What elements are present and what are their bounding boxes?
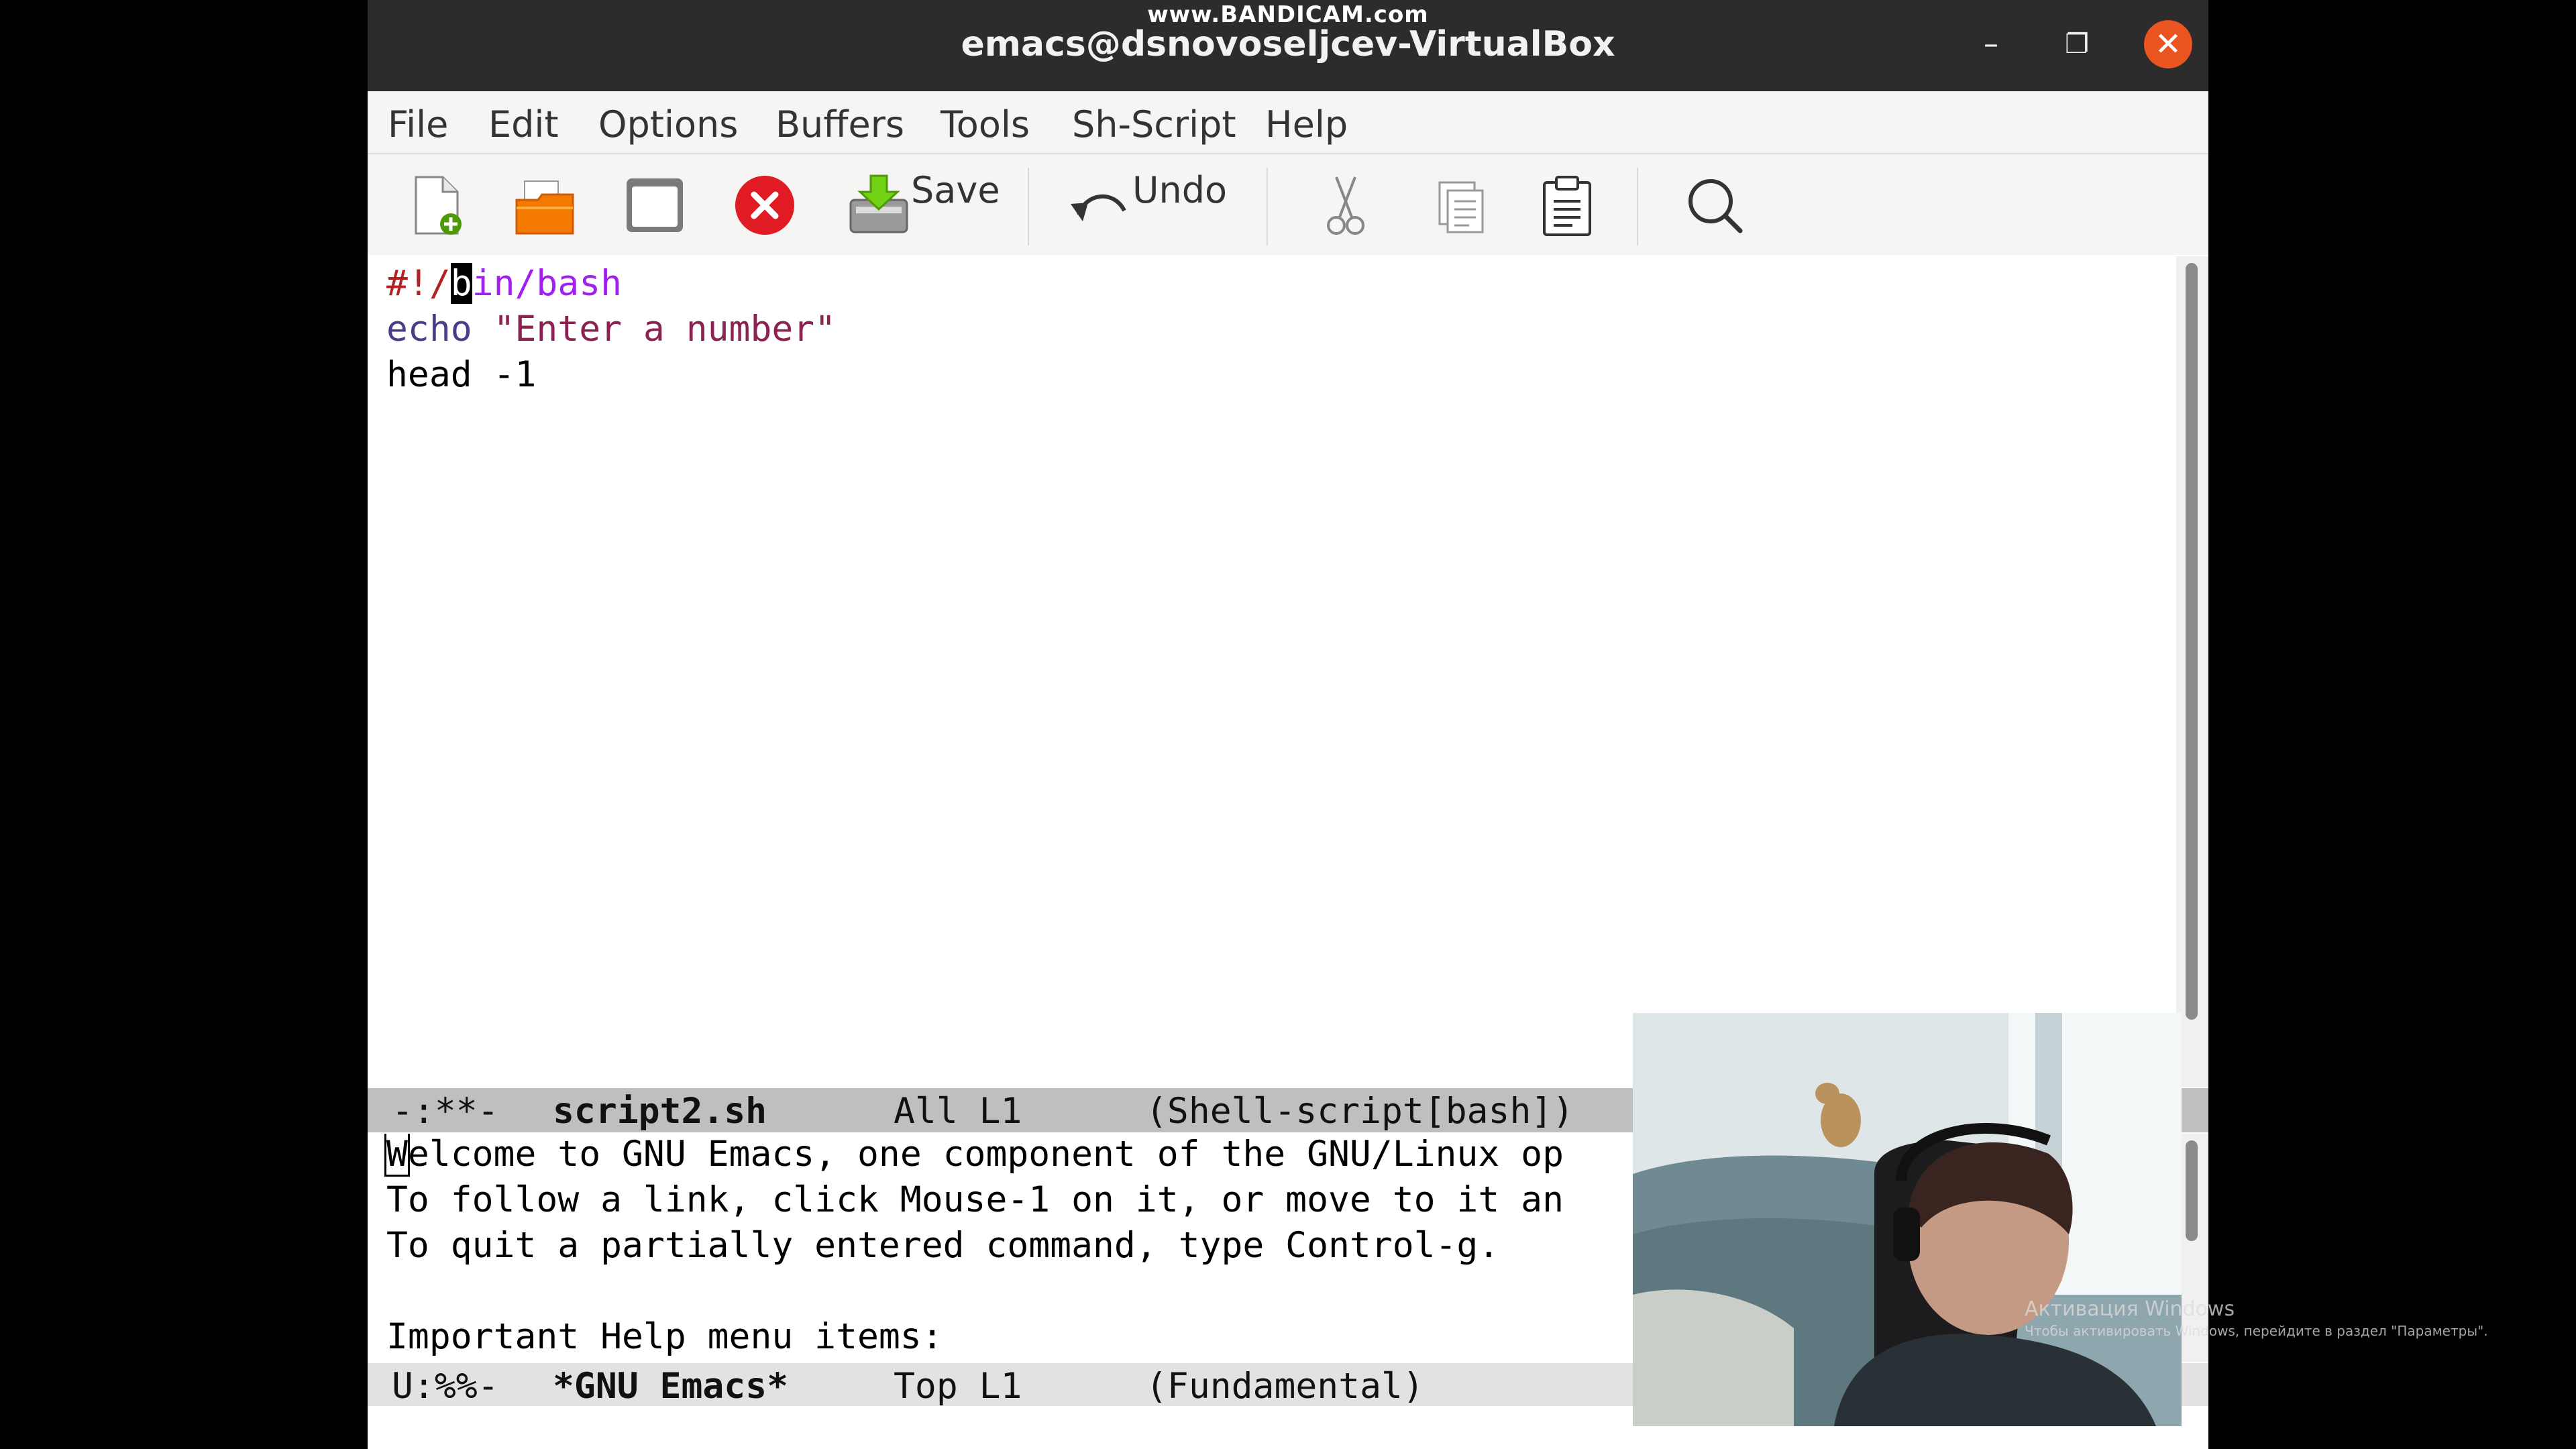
echo-string: "Enter a number" [493,309,837,350]
menu-bar: File Edit Options Buffers Tools Sh-Scrip… [368,91,2208,154]
help-buffer-name: *GNU Emacs* [553,1366,788,1407]
close-window-button[interactable]: ✕ [2144,20,2192,68]
help-major-mode: (Fundamental) [1146,1366,1424,1407]
maximize-button[interactable]: ❐ [2053,20,2101,68]
toolbar-separator [1267,168,1268,246]
code-line-head: head -1 [386,354,537,395]
open-folder-icon[interactable] [511,173,578,237]
text-cursor: b [450,263,472,304]
toolbar-separator [1637,168,1638,246]
activation-text: Чтобы активировать Windows, перейдите в … [2025,1323,2488,1339]
menu-file[interactable]: File [388,103,448,146]
help-buffer-state: U:%%- [392,1366,499,1407]
help-scrollbar-thumb[interactable] [2186,1140,2198,1241]
help-line-2: To follow a link, click Mouse-1 on it, o… [386,1179,1564,1220]
help-line-3: To quit a partially entered command, typ… [386,1225,1500,1266]
menu-buffers[interactable]: Buffers [775,103,904,146]
shebang-prefix: #!/ [386,263,451,304]
menu-tools[interactable]: Tools [941,103,1030,146]
buffer-name: script2.sh [553,1091,767,1132]
title-bar[interactable]: www.BANDICAM.com emacs@dsnovoseljcev-Vir… [368,0,2208,91]
dired-icon[interactable] [623,173,687,237]
paste-icon[interactable] [1535,173,1599,237]
menu-options[interactable]: Options [598,103,738,146]
script-editor[interactable]: #!/bin/bash echo "Enter a number" head -… [368,256,2155,1087]
save-icon[interactable] [847,173,911,237]
cut-icon[interactable] [1313,173,1378,237]
undo-icon[interactable] [1065,173,1130,237]
activation-title: Активация Windows [2025,1297,2235,1321]
help-cursor: W [384,1134,410,1177]
save-button[interactable]: Save [911,169,1000,211]
shebang-path: in/bash [472,263,623,304]
code-line-shebang: #!/bin/bash [386,263,622,304]
toolbar-separator [1028,168,1029,246]
buffer-position: All L1 [894,1091,1022,1132]
menu-help[interactable]: Help [1265,103,1348,146]
webcam-overlay [1633,1013,2182,1426]
toolbar: Save Undo [368,154,2208,255]
echo-keyword: echo [386,309,472,350]
help-buffer-position: Top L1 [894,1366,1022,1407]
help-line-1: Welcome to GNU Emacs, one component of t… [384,1134,1564,1177]
major-mode: (Shell-script[bash]) [1146,1091,1574,1132]
search-icon[interactable] [1682,173,1747,237]
undo-button[interactable]: Undo [1132,169,1227,211]
buffer-state: -:**- [392,1091,499,1132]
close-buffer-icon[interactable] [733,173,797,237]
minimize-button[interactable]: – [1967,20,2015,68]
help-line-1-text: elcome to GNU Emacs, one component of th… [407,1134,1564,1175]
help-line-4: Important Help menu items: [386,1316,943,1357]
editor-scrollbar-thumb[interactable] [2186,263,2198,1020]
code-line-echo: echo "Enter a number" [386,309,836,350]
menu-edit[interactable]: Edit [488,103,559,146]
copy-icon[interactable] [1428,173,1492,237]
new-file-icon[interactable] [408,173,468,237]
menu-sh-script[interactable]: Sh-Script [1072,103,1236,146]
window-title: emacs@dsnovoseljcev-VirtualBox [961,24,1615,64]
